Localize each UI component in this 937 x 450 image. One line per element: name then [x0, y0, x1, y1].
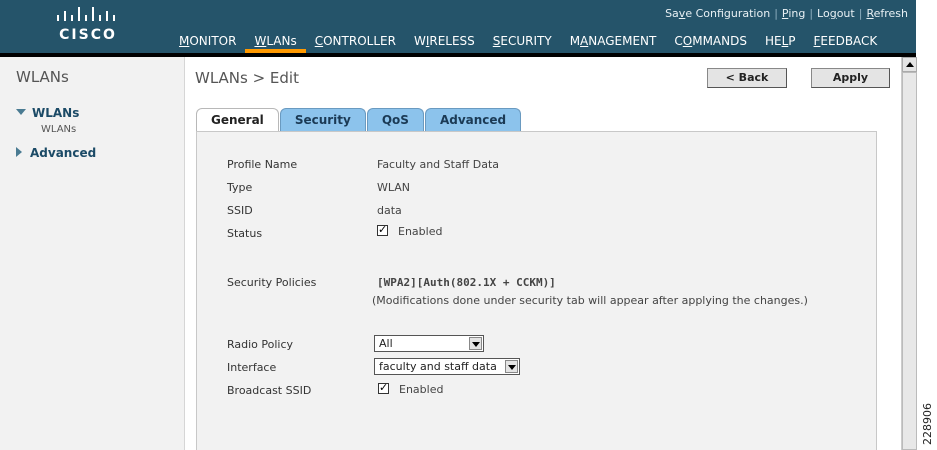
scrollbar-thumb[interactable]	[902, 72, 917, 450]
logout-link[interactable]: Logout	[817, 7, 855, 20]
nav-feedback[interactable]: FEEDBACK	[805, 30, 887, 53]
vertical-scrollbar[interactable]	[901, 57, 917, 450]
security-policies-label: Security Policies	[227, 276, 317, 289]
type-label: Type	[227, 181, 253, 194]
interface-label: Interface	[227, 361, 277, 374]
nav-security[interactable]: SECURITY	[484, 30, 561, 53]
broadcast-ssid-control: Enabled	[378, 381, 444, 396]
general-panel: Profile Name Faculty and Staff Data Type…	[196, 131, 877, 450]
status-enabled-checkbox[interactable]	[377, 223, 388, 236]
broadcast-ssid-label: Broadcast SSID	[227, 384, 312, 397]
utility-links: Save Configuration | Ping | Logout | Refresh	[665, 7, 908, 20]
expand-right-icon	[16, 147, 22, 157]
logo-wordmark: CISCO	[59, 27, 117, 43]
main-nav: MONITOR WLANs CONTROLLER WIRELESS SECURI…	[170, 30, 886, 53]
sidebar-item-advanced[interactable]: Advanced	[16, 146, 96, 160]
back-button[interactable]: < Back	[707, 68, 787, 88]
nav-management[interactable]: MANAGEMENT	[561, 30, 666, 53]
ping-link[interactable]: Ping	[782, 7, 805, 20]
nav-wlans[interactable]: WLANs	[245, 30, 306, 53]
figure-id: 228906	[921, 403, 934, 445]
security-policies-value: [WPA2][Auth(802.1X + CCKM)]	[377, 276, 556, 289]
scroll-up-arrow-icon[interactable]	[902, 57, 917, 72]
dropdown-arrow-icon	[505, 360, 518, 373]
status-control: Enabled	[377, 223, 443, 238]
tab-advanced[interactable]: Advanced	[424, 108, 522, 131]
nav-controller[interactable]: CONTROLLER	[306, 30, 405, 53]
tab-bar: General Security QoS Advanced	[196, 108, 522, 132]
cisco-bridge-icon	[57, 7, 115, 21]
profile-name-label: Profile Name	[227, 158, 298, 171]
tab-security[interactable]: Security	[279, 108, 366, 131]
page-title: WLANs > Edit	[195, 69, 299, 87]
broadcast-ssid-enabled-text: Enabled	[399, 383, 444, 396]
dropdown-arrow-icon	[469, 337, 482, 350]
sidebar-item-wlans[interactable]: WLANs	[16, 106, 79, 120]
type-value: WLAN	[377, 181, 411, 194]
security-note: (Modifications done under security tab w…	[372, 294, 808, 307]
status-enabled-text: Enabled	[398, 225, 443, 238]
ssid-value: data	[377, 204, 402, 217]
interface-select[interactable]: faculty and staff data	[374, 358, 520, 375]
nav-wireless[interactable]: WIRELESS	[405, 30, 484, 53]
refresh-link[interactable]: Refresh	[866, 7, 908, 20]
broadcast-ssid-checkbox[interactable]	[378, 381, 389, 394]
cisco-logo: CISCO	[48, 6, 128, 50]
profile-name-value: Faculty and Staff Data	[377, 158, 500, 171]
nav-commands[interactable]: COMMANDS	[665, 30, 756, 53]
save-configuration-link[interactable]: Save Configuration	[665, 7, 770, 20]
main-content: WLANs > Edit < Back Apply General Securi…	[186, 57, 901, 450]
apply-button[interactable]: Apply	[811, 68, 890, 88]
sidebar-title: WLANs	[16, 68, 69, 86]
sidebar: WLANs WLANs WLANs Advanced	[0, 57, 185, 450]
nav-monitor[interactable]: MONITOR	[170, 30, 245, 53]
tab-qos[interactable]: QoS	[366, 108, 424, 131]
sidebar-subitem-wlans[interactable]: WLANs	[41, 124, 76, 135]
radio-policy-select[interactable]: All	[374, 335, 484, 352]
radio-policy-label: Radio Policy	[227, 338, 294, 351]
ssid-label: SSID	[227, 204, 253, 217]
top-header: CISCO Save Configuration | Ping | Logout | Ref…	[0, 0, 916, 57]
expand-down-icon	[16, 109, 26, 115]
nav-help[interactable]: HELP	[756, 30, 805, 53]
status-label: Status	[227, 227, 263, 240]
tab-general[interactable]: General	[196, 108, 279, 132]
